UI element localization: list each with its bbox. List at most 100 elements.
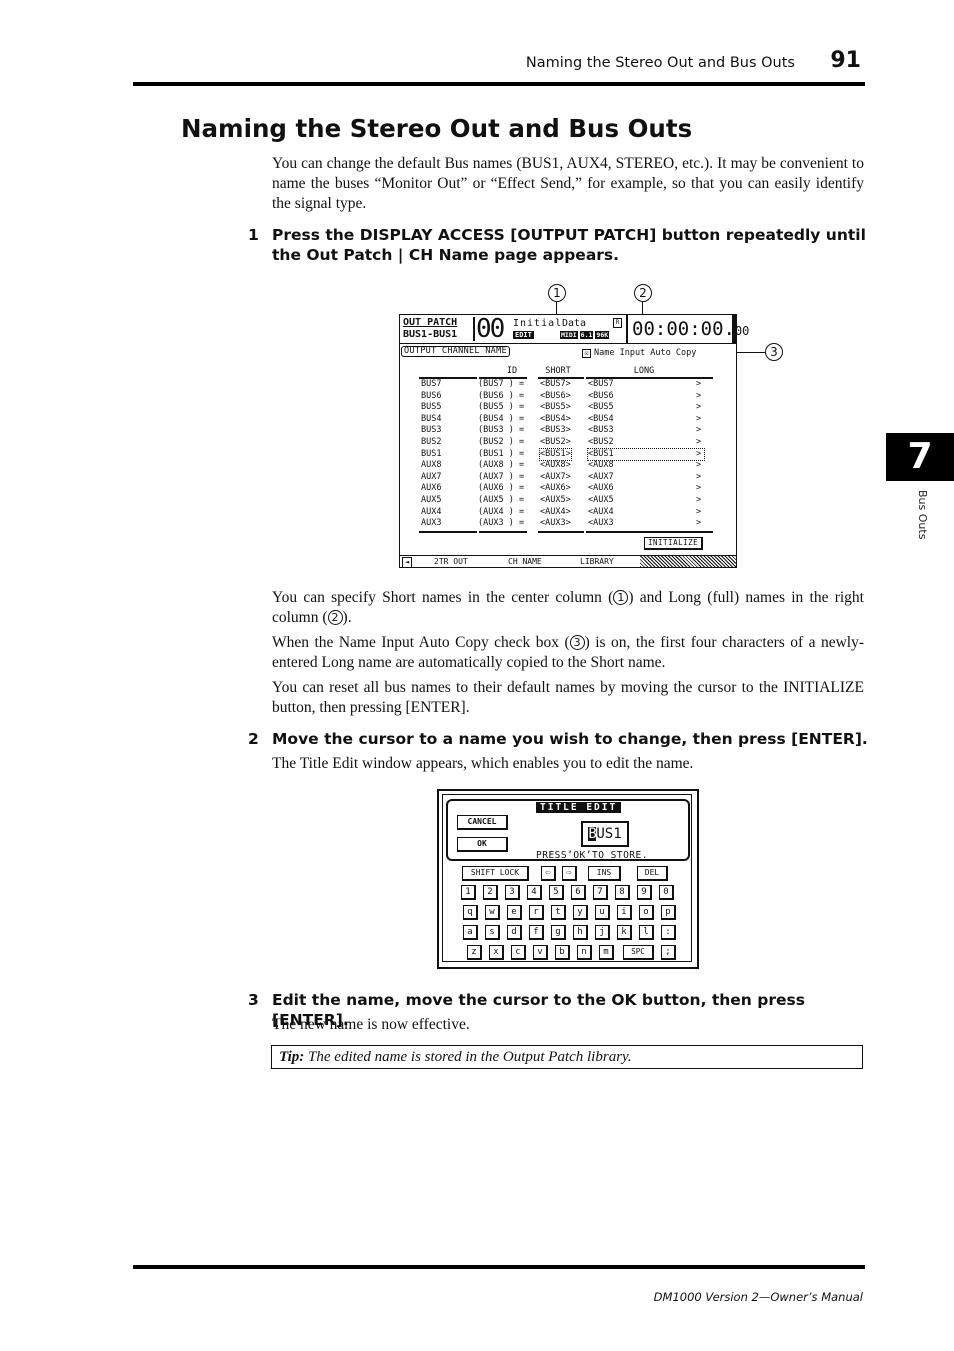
channel-row[interactable]: BUS6 (BUS6 ) = <BUS6> <BUS6 > <box>400 391 736 403</box>
char-key[interactable]: y <box>573 905 588 920</box>
tab-library[interactable]: LIBRARY <box>580 556 614 567</box>
char-key[interactable]: 2 <box>483 885 498 900</box>
row-short-name[interactable]: <BUS3> <box>540 425 571 437</box>
char-key[interactable]: x <box>489 945 504 960</box>
channel-row[interactable]: AUX5 (AUX5 ) = <AUX5> <AUX5 > <box>400 495 736 507</box>
row-short-name[interactable]: <AUX8> <box>540 460 571 472</box>
char-key[interactable]: b <box>555 945 570 960</box>
paragraph-columns: You can specify Short names in the cente… <box>272 588 864 628</box>
char-key[interactable]: 6 <box>571 885 586 900</box>
cursor-left-key[interactable]: ⇦ <box>541 866 556 881</box>
autocopy-checkbox[interactable]: ☒ Name Input Auto Copy <box>582 349 696 358</box>
channel-row[interactable]: BUS5 (BUS5 ) = <BUS5> <BUS5 > <box>400 402 736 414</box>
channel-row[interactable]: BUS3 (BUS3 ) = <BUS3> <BUS3 > <box>400 425 736 437</box>
char-key[interactable]: d <box>507 925 522 940</box>
row-long-end: > <box>696 402 702 413</box>
char-key[interactable]: 8 <box>615 885 630 900</box>
channel-row[interactable]: AUX6 (AUX6 ) = <AUX6> <AUX6 > <box>400 483 736 495</box>
char-key[interactable]: h <box>573 925 588 940</box>
channel-row[interactable]: BUS2 (BUS2 ) = <BUS2> <BUS2 > <box>400 437 736 449</box>
initialize-button[interactable]: INITIALIZE <box>644 537 704 550</box>
row-short-name[interactable]: <BUS6> <box>540 391 571 403</box>
checkbox-checked-icon[interactable]: ☒ <box>582 349 591 358</box>
space-key[interactable]: SPC <box>623 945 654 960</box>
callout-ref-1: 1 <box>613 590 629 605</box>
row-long-name[interactable]: <BUS7 <box>588 379 614 391</box>
tip-box: Tip: The edited name is stored in the Ou… <box>271 1045 863 1069</box>
row-long-name[interactable]: <AUX5 <box>588 495 614 507</box>
char-key[interactable]: 1 <box>461 885 476 900</box>
char-key[interactable]: 7 <box>593 885 608 900</box>
char-key[interactable]: e <box>507 905 522 920</box>
char-key[interactable]: i <box>617 905 632 920</box>
tab-2tr-out[interactable]: 2TR OUT <box>434 556 468 567</box>
row-long-name[interactable]: <BUS1 <box>587 447 705 462</box>
char-key[interactable]: u <box>595 905 610 920</box>
char-key[interactable]: z <box>467 945 482 960</box>
row-id: AUX3 <box>421 518 442 529</box>
char-key[interactable]: c <box>511 945 526 960</box>
row-short-name[interactable]: <BUS7> <box>540 379 571 391</box>
column-header-long: LONG <box>633 366 655 376</box>
channel-row[interactable]: BUS1 (BUS1 ) = <BUS1> <BUS1 > <box>400 447 736 462</box>
row-short-name[interactable]: <AUX3> <box>540 518 571 530</box>
char-key[interactable]: 9 <box>637 885 652 900</box>
row-long-name[interactable]: <BUS2 <box>588 437 614 449</box>
char-key[interactable]: s <box>485 925 500 940</box>
channel-row[interactable]: AUX3 (AUX3 ) = <AUX3> <AUX3 > <box>400 518 736 530</box>
char-key[interactable]: a <box>463 925 478 940</box>
row-long-name[interactable]: <BUS4 <box>588 414 614 426</box>
row-long-name[interactable]: <AUX7 <box>588 472 614 484</box>
row-short-name[interactable]: <AUX6> <box>540 483 571 495</box>
char-key[interactable]: p <box>661 905 676 920</box>
char-key[interactable]: r <box>529 905 544 920</box>
channel-row[interactable]: BUS4 (BUS4 ) = <BUS4> <BUS4 > <box>400 414 736 426</box>
char-key[interactable]: t <box>551 905 566 920</box>
char-key[interactable]: m <box>599 945 614 960</box>
char-key[interactable]: 0 <box>659 885 674 900</box>
tab-ch-name[interactable]: CH NAME <box>508 556 542 567</box>
char-key[interactable]: w <box>485 905 500 920</box>
cancel-button[interactable]: CANCEL <box>457 815 508 830</box>
row-short-name[interactable]: <AUX5> <box>540 495 571 507</box>
char-key[interactable]: n <box>577 945 592 960</box>
char-key[interactable]: j <box>595 925 610 940</box>
row-long-name[interactable]: <BUS6 <box>588 391 614 403</box>
row-long-name[interactable]: <AUX3 <box>588 518 614 530</box>
insert-key[interactable]: INS <box>588 866 621 881</box>
char-key[interactable]: ; <box>661 945 676 960</box>
row-long-name[interactable]: <AUX4 <box>588 507 614 519</box>
channel-row[interactable]: AUX7 (AUX7 ) = <AUX7> <AUX7 > <box>400 472 736 484</box>
shift-lock-key[interactable]: SHIFT LOCK <box>462 866 529 881</box>
row-short-name[interactable]: <BUS4> <box>540 414 571 426</box>
channel-row[interactable]: BUS7 (BUS7 ) = <BUS7> <BUS7 > <box>400 379 736 391</box>
row-long-name[interactable]: <AUX8 <box>588 460 614 472</box>
char-key[interactable]: g <box>551 925 566 940</box>
char-key[interactable]: 4 <box>527 885 542 900</box>
char-key[interactable]: 5 <box>549 885 564 900</box>
char-key[interactable]: q <box>463 905 478 920</box>
char-key[interactable]: f <box>529 925 544 940</box>
delete-key[interactable]: DEL <box>637 866 668 881</box>
char-key[interactable]: l <box>639 925 654 940</box>
ok-button[interactable]: OK <box>457 837 508 852</box>
char-key[interactable]: : <box>661 925 676 940</box>
row-id-ref: (AUX3 ) = <box>478 518 525 529</box>
channel-row[interactable]: AUX4 (AUX4 ) = <AUX4> <AUX4 > <box>400 507 736 519</box>
tab-back-button[interactable]: ◄ <box>402 557 413 568</box>
char-key[interactable]: v <box>533 945 548 960</box>
char-key[interactable]: k <box>617 925 632 940</box>
row-long-name[interactable]: <BUS5 <box>588 402 614 414</box>
row-short-name[interactable]: <AUX4> <box>540 507 571 519</box>
cursor-right-key[interactable]: ⇨ <box>562 866 577 881</box>
row-short-name[interactable]: <AUX7> <box>540 472 571 484</box>
row-long-name[interactable]: <AUX6 <box>588 483 614 495</box>
row-long-name[interactable]: <BUS3 <box>588 425 614 437</box>
char-key[interactable]: 3 <box>505 885 520 900</box>
channel-row[interactable]: AUX8 (AUX8 ) = <AUX8> <AUX8 > <box>400 460 736 472</box>
char-key[interactable]: o <box>639 905 654 920</box>
row-short-name[interactable]: <BUS2> <box>540 437 571 449</box>
row-short-name[interactable]: <BUS5> <box>540 402 571 414</box>
row-short-name[interactable]: <BUS1> <box>539 447 572 462</box>
name-field[interactable]: BUS1 <box>581 821 629 847</box>
